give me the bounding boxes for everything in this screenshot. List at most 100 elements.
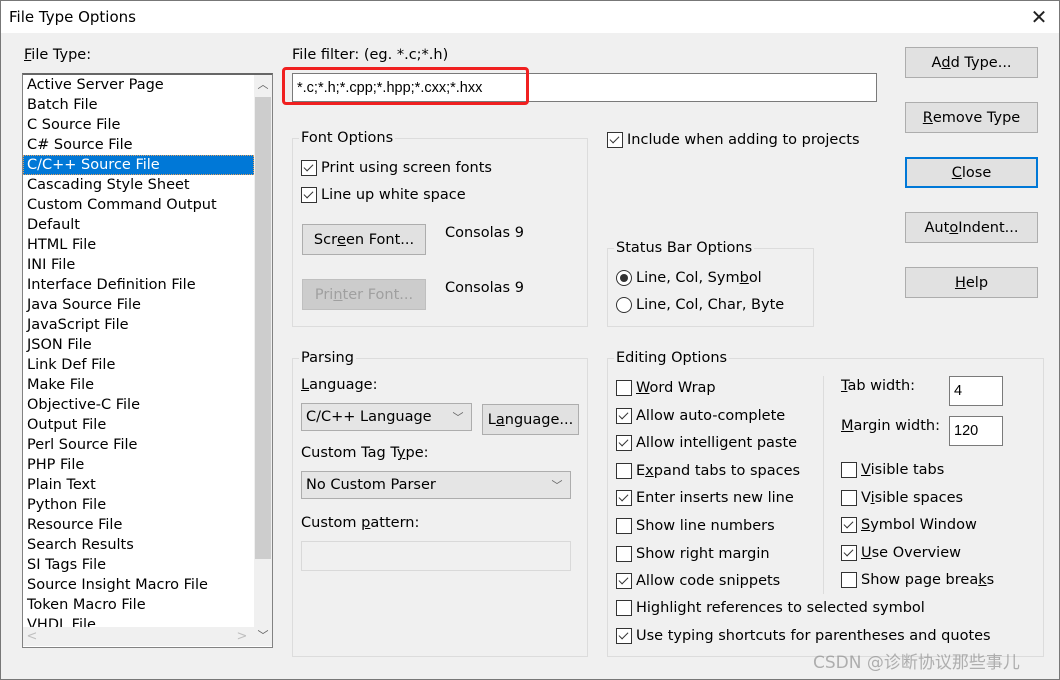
allow-auto-complete-checkbox[interactable]: Allow auto-complete [616, 406, 785, 426]
checkbox-icon[interactable] [616, 545, 632, 562]
checkbox-icon[interactable] [841, 572, 857, 589]
tab-width-input[interactable] [949, 376, 1003, 406]
file-type-item[interactable]: Cascading Style Sheet [23, 175, 254, 195]
status-line-col-char-byte-radio[interactable]: Line, Col, Char, Byte [616, 295, 784, 315]
checkbox-icon[interactable] [616, 407, 632, 424]
file-type-item[interactable]: Java Source File [23, 295, 254, 315]
file-filter-input[interactable] [292, 73, 877, 102]
visible-tabs-checkbox[interactable]: Visible tabs [841, 460, 944, 480]
scroll-right-icon[interactable]: > [233, 627, 251, 646]
word-wrap-checkbox[interactable]: Word Wrap [616, 378, 716, 398]
scroll-down-icon[interactable]: ﹀ [254, 626, 272, 646]
checkbox-icon[interactable] [616, 380, 632, 396]
status-line-col-symbol-radio[interactable]: Line, Col, Symbol [616, 268, 762, 288]
file-type-item[interactable]: Python File [23, 495, 254, 515]
mnemonic: k [978, 572, 987, 589]
file-type-list[interactable]: Active Server Page Batch File C Source Fil… [23, 75, 254, 627]
show-page-breaks-checkbox[interactable]: Show page breaks [841, 570, 994, 590]
scroll-left-icon[interactable]: < [23, 627, 41, 646]
checkbox-icon[interactable] [841, 489, 857, 506]
mnemonic: o [949, 219, 959, 236]
mnemonic: b [739, 270, 749, 286]
highlight-references-checkbox[interactable]: Highlight references to selected symbol [616, 598, 925, 618]
file-type-item[interactable]: Source Insight Macro File [23, 575, 254, 595]
screen-font-button[interactable]: Scr e en Font... [302, 224, 426, 255]
visible-spaces-checkbox[interactable]: Visible spaces [841, 488, 963, 508]
checkbox-icon[interactable] [841, 544, 857, 561]
show-right-margin-checkbox[interactable]: Show right margin [616, 544, 770, 564]
symbol-window-checkbox[interactable]: Symbol Window [841, 515, 977, 535]
file-type-item[interactable]: Interface Definition File [23, 275, 254, 295]
file-type-item[interactable]: Perl Source File [23, 435, 254, 455]
file-type-item[interactable]: Resource File [23, 515, 254, 535]
close-button[interactable]: Close [905, 157, 1038, 188]
checkbox-icon[interactable] [301, 160, 317, 176]
add-type-button[interactable]: Add Type... [905, 47, 1038, 78]
custom-pattern-input[interactable] [301, 541, 571, 571]
file-type-item[interactable]: Batch File [23, 95, 254, 115]
file-type-item[interactable]: JavaScript File [23, 315, 254, 335]
use-typing-shortcuts-checkbox[interactable]: Use typing shortcuts for parentheses and… [616, 626, 991, 646]
allow-code-snippets-checkbox[interactable]: Allow code snippets [616, 571, 780, 591]
file-type-item[interactable]: C Source File [23, 115, 254, 135]
help-button[interactable]: Help [905, 267, 1038, 298]
file-type-item[interactable]: Default [23, 215, 254, 235]
line-up-white-space-checkbox[interactable]: Line up white space [301, 185, 466, 205]
enter-inserts-new-line-checkbox[interactable]: Enter inserts new line [616, 488, 794, 508]
printer-font-button[interactable]: Pri n ter Font... [302, 279, 426, 310]
remove-type-button[interactable]: Remove Type [905, 102, 1038, 133]
close-icon[interactable]: ✕ [1025, 5, 1053, 31]
scroll-thumb[interactable] [255, 97, 271, 559]
radio-icon[interactable] [616, 297, 632, 313]
btn-text: Pri [314, 286, 334, 303]
file-type-item[interactable]: HTML File [23, 235, 254, 255]
mnemonic: d [941, 54, 951, 71]
checkbox-icon[interactable] [841, 517, 857, 534]
file-type-item[interactable]: PHP File [23, 455, 254, 475]
label-text: s [986, 572, 995, 589]
vertical-scrollbar[interactable]: ︿ ﹀ [254, 75, 272, 646]
language-select[interactable]: C/C++ Language ﹀ [301, 403, 472, 431]
checkbox-icon[interactable] [616, 600, 632, 616]
checkbox-icon[interactable] [616, 435, 632, 452]
horizontal-scrollbar[interactable]: < > [23, 627, 254, 646]
allow-intelligent-paste-checkbox[interactable]: Allow intelligent paste [616, 433, 797, 453]
file-type-item[interactable]: Output File [23, 415, 254, 435]
checkbox-icon[interactable] [616, 573, 632, 590]
checkbox-icon[interactable] [616, 518, 632, 534]
file-type-item[interactable]: Objective-C File [23, 395, 254, 415]
file-type-item[interactable]: Search Results [23, 535, 254, 555]
file-type-item[interactable]: JSON File [23, 335, 254, 355]
show-line-numbers-checkbox[interactable]: Show line numbers [616, 516, 775, 536]
file-type-listbox[interactable]: Active Server Page Batch File C Source Fil… [22, 73, 273, 648]
file-type-item[interactable]: VHDL File [23, 615, 254, 627]
file-type-item[interactable]: Custom Command Output [23, 195, 254, 215]
checkbox-icon[interactable] [841, 462, 857, 478]
file-type-item[interactable]: Link Def File [23, 355, 254, 375]
use-overview-checkbox[interactable]: Use Overview [841, 543, 961, 563]
checkbox-icon[interactable] [616, 462, 632, 479]
file-type-item[interactable]: Active Server Page [23, 75, 254, 95]
margin-width-input[interactable] [949, 416, 1003, 446]
checkbox-label: Use Overview [861, 545, 961, 561]
checkbox-icon[interactable] [607, 132, 623, 148]
scroll-up-icon[interactable]: ︿ [254, 75, 272, 95]
checkbox-icon[interactable] [301, 187, 317, 203]
file-type-item[interactable]: Plain Text [23, 475, 254, 495]
include-when-adding-checkbox[interactable]: Include when adding to projects [607, 130, 860, 150]
radio-icon[interactable] [616, 270, 632, 286]
print-screen-fonts-checkbox[interactable]: Print using screen fonts [301, 158, 492, 178]
custom-tag-type-select[interactable]: No Custom Parser ﹀ [301, 471, 571, 499]
file-type-item[interactable]: Make File [23, 375, 254, 395]
checkbox-icon[interactable] [616, 490, 632, 507]
checkbox-icon[interactable] [616, 627, 632, 644]
mnemonic: W [636, 380, 650, 396]
file-type-item[interactable]: C/C++ Source File [23, 155, 254, 175]
file-type-item[interactable]: SI Tags File [23, 555, 254, 575]
language-button[interactable]: La nguage... [482, 404, 579, 435]
auto-indent-button[interactable]: Aut o Indent... [905, 212, 1038, 243]
file-type-item[interactable]: C# Source File [23, 135, 254, 155]
file-type-item[interactable]: Token Macro File [23, 595, 254, 615]
file-type-item[interactable]: INI File [23, 255, 254, 275]
expand-tabs-checkbox[interactable]: Expand tabs to spaces [616, 461, 800, 481]
